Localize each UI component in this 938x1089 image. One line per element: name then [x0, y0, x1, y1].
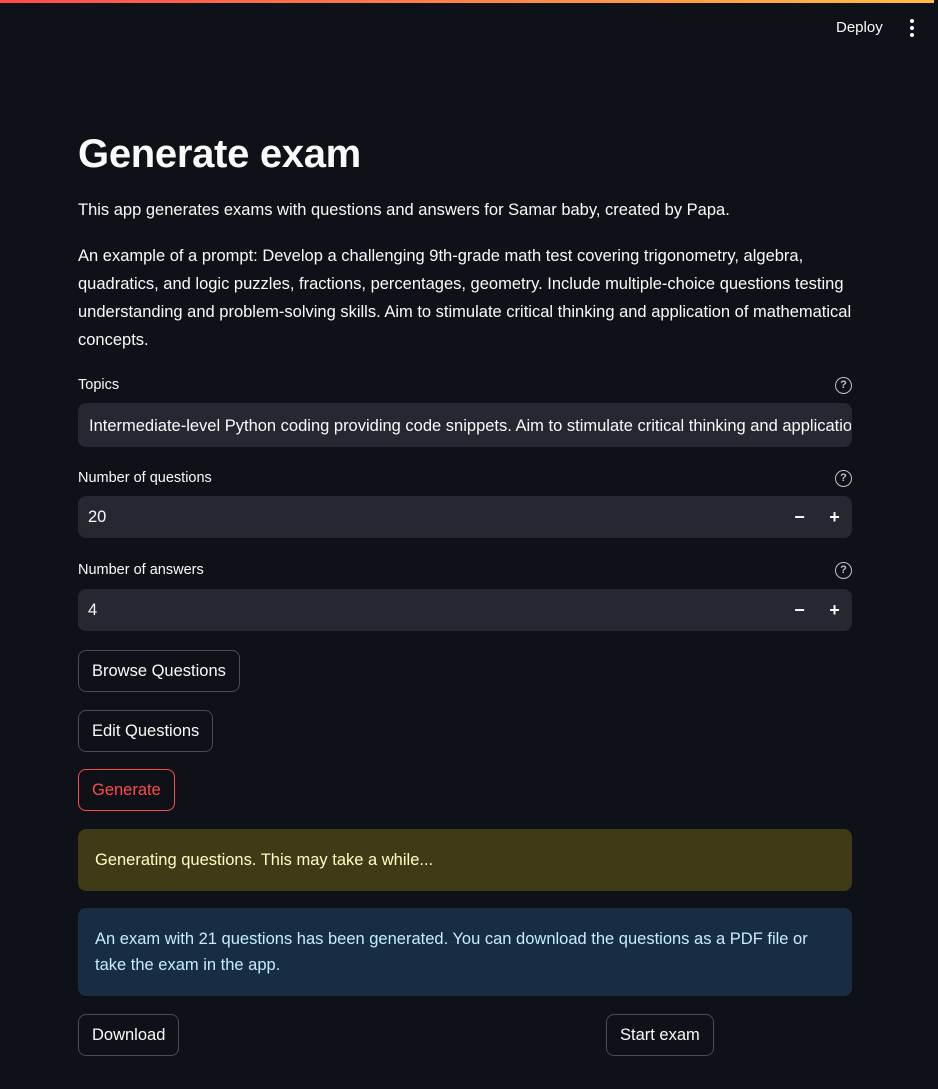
question-circle-icon[interactable]: ?: [835, 376, 852, 394]
answers-value[interactable]: 4: [78, 601, 782, 620]
topics-label: Topics: [78, 377, 120, 393]
info-alert: An exam with 21 questions has been gener…: [78, 908, 852, 996]
answers-number-input: 4 − +: [78, 589, 852, 631]
vertical-dots-icon[interactable]: [900, 14, 924, 42]
edit-questions-button[interactable]: Edit Questions: [78, 710, 214, 752]
minus-icon[interactable]: −: [782, 589, 817, 631]
question-circle-icon[interactable]: ?: [835, 561, 852, 579]
generate-button[interactable]: Generate: [78, 769, 175, 811]
minus-icon[interactable]: −: [782, 496, 817, 538]
prompt-example: An example of a prompt: Develop a challe…: [78, 247, 852, 349]
questions-label: Number of questions: [78, 470, 212, 486]
app-description: This app generates exams with questions …: [78, 201, 730, 219]
topics-label-row: Topics ?: [78, 375, 852, 395]
answers-label-row: Number of answers ?: [78, 560, 852, 580]
questions-number-input: 20 − +: [78, 496, 852, 538]
start-exam-button[interactable]: Start exam: [606, 1014, 714, 1056]
plus-icon[interactable]: +: [817, 496, 852, 538]
app-header: Deploy: [0, 0, 938, 56]
answers-label: Number of answers: [78, 562, 204, 578]
scrollbar[interactable]: [934, 0, 938, 1089]
deploy-button[interactable]: Deploy: [826, 14, 893, 42]
questions-value[interactable]: 20: [78, 508, 782, 527]
question-circle-icon[interactable]: ?: [835, 469, 852, 487]
questions-label-row: Number of questions ?: [78, 468, 852, 488]
warning-alert: Generating questions. This may take a wh…: [78, 829, 852, 891]
topics-input[interactable]: Intermediate-level Python coding providi…: [78, 403, 852, 447]
browse-questions-button[interactable]: Browse Questions: [78, 650, 240, 692]
page-title: Generate exam: [78, 132, 361, 176]
plus-icon[interactable]: +: [817, 589, 852, 631]
download-button[interactable]: Download: [78, 1014, 180, 1056]
